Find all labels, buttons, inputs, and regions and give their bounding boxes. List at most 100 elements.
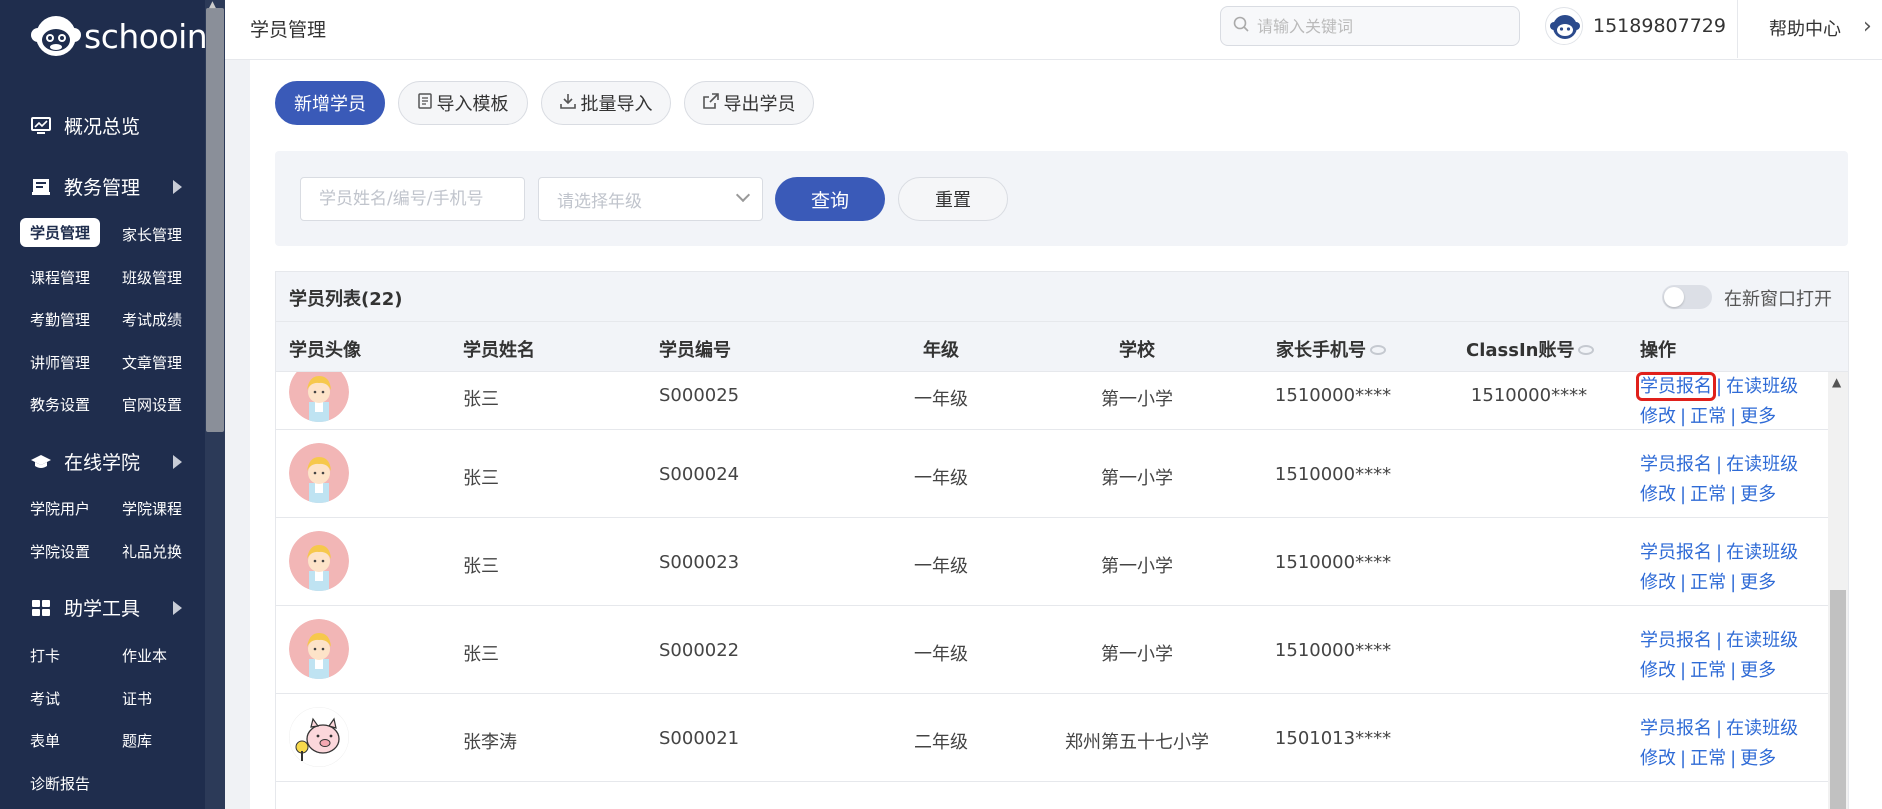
export-students-button[interactable]: 导出学员 bbox=[684, 81, 814, 125]
grid-icon bbox=[30, 598, 52, 618]
col-parent-phone[interactable]: 家长手机号 bbox=[1276, 336, 1386, 362]
student-code: S000024 bbox=[659, 464, 740, 485]
user-phone[interactable]: 15189807729 bbox=[1593, 15, 1726, 37]
status-link[interactable]: 正常 bbox=[1690, 406, 1726, 427]
sidebar-section-label: 概况总览 bbox=[64, 116, 141, 138]
current-classes-link[interactable]: 在读班级 bbox=[1726, 542, 1798, 563]
sidebar-item-site-settings[interactable]: 官网设置 bbox=[112, 390, 192, 419]
sidebar-item-gift-exchange[interactable]: 礼品兑换 bbox=[112, 537, 192, 566]
more-link[interactable]: 更多 bbox=[1740, 484, 1776, 505]
query-button[interactable]: 查询 bbox=[775, 177, 885, 221]
sidebar-item-parent-mgmt[interactable]: 家长管理 bbox=[112, 220, 192, 249]
chevron-right-icon[interactable]: › bbox=[1863, 14, 1872, 39]
sidebar-item-class-mgmt[interactable]: 班级管理 bbox=[112, 263, 192, 292]
edit-link[interactable]: 修改 bbox=[1640, 660, 1676, 681]
table-row[interactable]: 张三 S000024 一年级 第一小学 1510000**** 学员报名 | 在读班… bbox=[276, 430, 1828, 518]
logo[interactable]: schooin bbox=[30, 12, 208, 60]
student-grade: 一年级 bbox=[914, 468, 968, 489]
parent-phone: 1510000**** bbox=[1274, 552, 1392, 573]
more-link[interactable]: 更多 bbox=[1740, 572, 1776, 593]
search-box[interactable] bbox=[1220, 6, 1520, 46]
table-row[interactable]: 张三 S000023 一年级 第一小学 1510000**** 学员报名 | 在读班… bbox=[276, 518, 1828, 606]
edit-link[interactable]: 修改 bbox=[1640, 572, 1676, 593]
scroll-up-arrow-icon[interactable]: ▲ bbox=[209, 0, 216, 10]
sidebar-item-exam[interactable]: 考试 bbox=[20, 684, 70, 713]
more-link[interactable]: 更多 bbox=[1740, 748, 1776, 769]
sidebar-item-article-mgmt[interactable]: 文章管理 bbox=[112, 348, 192, 377]
search-input[interactable] bbox=[1257, 16, 1497, 36]
sidebar-item-certificate[interactable]: 证书 bbox=[112, 684, 162, 713]
sidebar-item-teacher-mgmt[interactable]: 讲师管理 bbox=[20, 348, 100, 377]
status-link[interactable]: 正常 bbox=[1690, 484, 1726, 505]
status-link[interactable]: 正常 bbox=[1690, 748, 1726, 769]
sidebar-item-homework[interactable]: 作业本 bbox=[112, 641, 177, 670]
current-classes-link[interactable]: 在读班级 bbox=[1726, 376, 1798, 397]
download-icon bbox=[559, 93, 576, 113]
help-center-link[interactable]: 帮助中心 bbox=[1769, 15, 1841, 41]
sidebar-item-edu-settings[interactable]: 教务设置 bbox=[20, 390, 100, 419]
sidebar-item-diagnosis-report[interactable]: 诊断报告 bbox=[20, 769, 100, 798]
student-name: 张三 bbox=[463, 468, 499, 489]
separator: | bbox=[1680, 748, 1687, 769]
reset-button[interactable]: 重置 bbox=[898, 177, 1008, 221]
scroll-up-arrow-icon[interactable]: ▲ bbox=[1832, 375, 1841, 389]
sidebar-section-academic[interactable]: 教务管理 bbox=[30, 173, 190, 200]
sidebar-section-online-academy[interactable]: 在线学院 bbox=[30, 448, 190, 475]
enroll-link[interactable]: 学员报名 bbox=[1640, 454, 1712, 475]
more-link[interactable]: 更多 bbox=[1740, 660, 1776, 681]
add-student-button[interactable]: 新增学员 bbox=[275, 81, 385, 125]
eye-hidden-icon[interactable] bbox=[1578, 345, 1595, 355]
parent-phone: 1510000**** bbox=[1274, 640, 1392, 661]
sidebar-item-checkin[interactable]: 打卡 bbox=[20, 641, 70, 670]
student-school: 第一小学 bbox=[1101, 468, 1173, 489]
user-avatar[interactable] bbox=[1545, 7, 1583, 45]
sidebar-item-academy-settings[interactable]: 学院设置 bbox=[20, 537, 100, 566]
enroll-link[interactable]: 学员报名 bbox=[1640, 718, 1712, 739]
enroll-link[interactable]: 学员报名 bbox=[1640, 630, 1712, 651]
sidebar-item-attendance[interactable]: 考勤管理 bbox=[20, 305, 100, 334]
enroll-link[interactable]: 学员报名 bbox=[1636, 372, 1716, 401]
status-link[interactable]: 正常 bbox=[1690, 572, 1726, 593]
status-link[interactable]: 正常 bbox=[1690, 660, 1726, 681]
new-window-label: 在新窗口打开 bbox=[1724, 289, 1832, 310]
sidebar-section-overview[interactable]: 概况总览 bbox=[30, 112, 190, 139]
edit-link[interactable]: 修改 bbox=[1640, 748, 1676, 769]
batch-import-button[interactable]: 批量导入 bbox=[541, 81, 671, 125]
import-template-button[interactable]: 导入模板 bbox=[398, 81, 528, 125]
sidebar-item-student-mgmt[interactable]: 学员管理 bbox=[20, 218, 101, 247]
table-scrollbar-thumb[interactable] bbox=[1830, 590, 1846, 809]
student-search-field[interactable] bbox=[300, 177, 525, 221]
separator: | bbox=[1730, 484, 1737, 505]
parent-phone: 1501013**** bbox=[1274, 728, 1392, 749]
caret-right-icon bbox=[173, 179, 182, 194]
student-school: 第一小学 bbox=[1101, 389, 1173, 410]
table-row[interactable]: 张三 S000022 一年级 第一小学 1510000**** 学员报名 | 在读班… bbox=[276, 606, 1828, 694]
student-search-input[interactable] bbox=[319, 189, 499, 209]
current-classes-link[interactable]: 在读班级 bbox=[1726, 630, 1798, 651]
table-row[interactable]: 张三 S000025 一年级 第一小学 1510000**** 1510000*… bbox=[276, 372, 1828, 430]
edit-link[interactable]: 修改 bbox=[1640, 406, 1676, 427]
student-school: 郑州第五十七小学 bbox=[1065, 732, 1209, 753]
separator: | bbox=[1680, 484, 1687, 505]
sidebar-scrollbar-thumb[interactable] bbox=[206, 8, 224, 432]
student-school: 第一小学 bbox=[1101, 644, 1173, 665]
sidebar-item-academy-courses[interactable]: 学院课程 bbox=[112, 494, 192, 523]
logo-text: schooin bbox=[84, 16, 208, 56]
sidebar-item-exam-scores[interactable]: 考试成绩 bbox=[112, 305, 192, 334]
sidebar-section-learning-tools[interactable]: 助学工具 bbox=[30, 594, 190, 621]
enroll-link[interactable]: 学员报名 bbox=[1640, 542, 1712, 563]
sidebar-item-course-mgmt[interactable]: 课程管理 bbox=[20, 263, 100, 292]
current-classes-link[interactable]: 在读班级 bbox=[1726, 454, 1798, 475]
sidebar-item-academy-users[interactable]: 学院用户 bbox=[20, 494, 100, 523]
col-classin[interactable]: ClassIn账号 bbox=[1466, 336, 1595, 362]
sidebar-item-question-bank[interactable]: 题库 bbox=[112, 726, 162, 755]
new-window-toggle[interactable] bbox=[1662, 285, 1712, 309]
eye-hidden-icon[interactable] bbox=[1370, 345, 1386, 355]
edit-link[interactable]: 修改 bbox=[1640, 484, 1676, 505]
more-link[interactable]: 更多 bbox=[1740, 406, 1776, 427]
current-classes-link[interactable]: 在读班级 bbox=[1726, 718, 1798, 739]
sidebar-item-form[interactable]: 表单 bbox=[20, 726, 70, 755]
table-row[interactable]: 张李涛 S000021 二年级 郑州第五十七小学 1501013**** 学员报… bbox=[276, 694, 1828, 782]
grade-select[interactable]: 请选择年级 bbox=[538, 177, 763, 221]
col-label: 家长手机号 bbox=[1276, 340, 1366, 361]
